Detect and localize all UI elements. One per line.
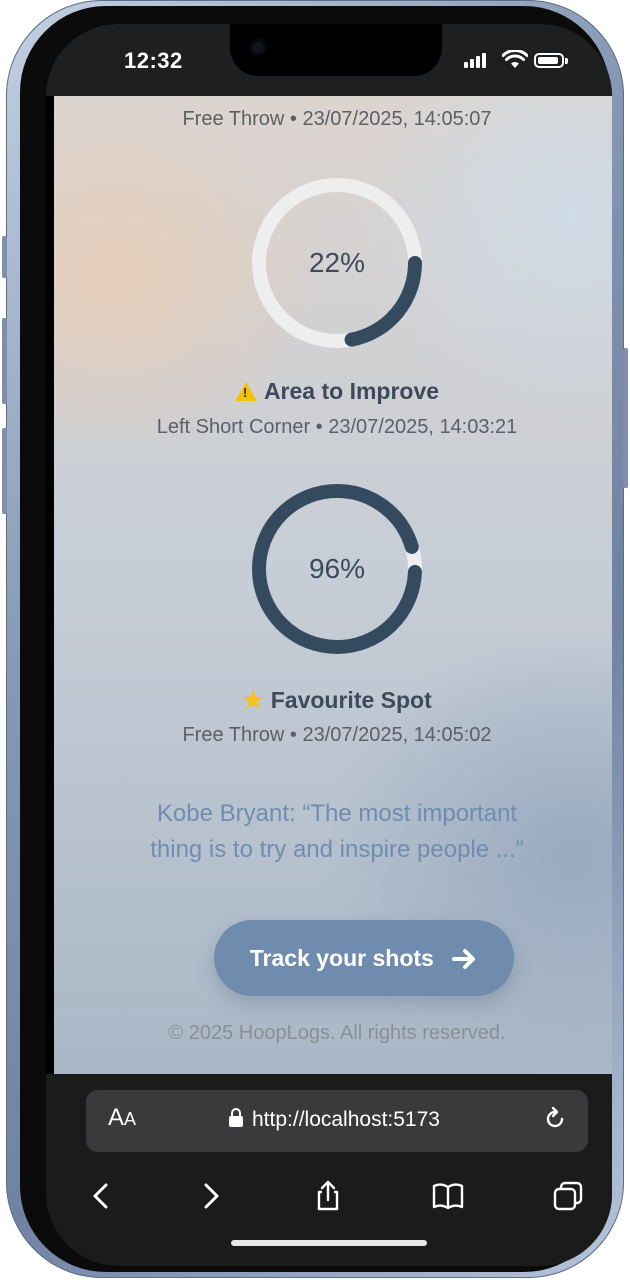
front-camera <box>250 39 266 55</box>
volume-down-button <box>2 428 7 514</box>
battery-icon <box>534 53 568 68</box>
lock-icon <box>229 1108 243 1127</box>
star-icon: ★ <box>242 687 264 714</box>
status-bar: 12:32 <box>46 24 612 96</box>
power-button <box>623 348 628 488</box>
share-icon[interactable] <box>312 1180 344 1212</box>
track-shots-button[interactable]: Track your shots <box>214 920 514 996</box>
entry-title-area-to-improve: Area to Improve <box>54 378 612 405</box>
text-size-button[interactable]: AA <box>108 1104 136 1132</box>
progress-ring-favourite-spot: 96% <box>250 482 424 656</box>
warning-icon <box>234 382 257 401</box>
entry-title-label: Area to Improve <box>263 378 440 404</box>
silent-switch <box>2 236 7 278</box>
url-text: http://localhost:5173 <box>252 1108 440 1131</box>
phone-frame: 12:32 Free Throw • 23/07/2025, 14:05:07 … <box>2 0 628 1278</box>
phone-bezel: 12:32 Free Throw • 23/07/2025, 14:05:07 … <box>20 6 612 1272</box>
bookmarks-icon[interactable] <box>432 1180 464 1212</box>
track-shots-label: Track your shots <box>249 945 434 971</box>
status-time: 12:32 <box>124 48 183 73</box>
entry-title-favourite-spot: ★ Favourite Spot <box>54 686 612 715</box>
phone-screen: 12:32 Free Throw • 23/07/2025, 14:05:07 … <box>46 24 612 1266</box>
safari-toolbar: AA http://localhost:5173 <box>46 1074 612 1266</box>
tabs-icon[interactable] <box>552 1180 584 1212</box>
progress-ring-area-to-improve: 22% <box>250 176 424 350</box>
quote-text: Kobe Bryant: “The most important thing i… <box>54 796 612 868</box>
ring-percent-label: 96% <box>308 553 366 584</box>
home-indicator <box>231 1240 427 1246</box>
quote-line-1: Kobe Bryant: “The most important <box>156 800 518 827</box>
ring-percent-label: 22% <box>308 247 366 278</box>
forward-icon[interactable] <box>194 1180 226 1212</box>
page-content: Free Throw • 23/07/2025, 14:05:07 22% Ar… <box>54 96 612 1074</box>
footer-copyright: © 2025 HoopLogs. All rights reserved. <box>168 1022 506 1044</box>
dynamic-notch <box>230 24 442 76</box>
wifi-icon <box>502 50 528 68</box>
address-bar[interactable]: AA http://localhost:5173 <box>86 1090 588 1152</box>
arrow-right-icon <box>452 949 476 969</box>
entry-meta-top: Free Throw • 23/07/2025, 14:05:07 <box>182 108 492 130</box>
entry-meta-area-to-improve: Left Short Corner • 23/07/2025, 14:03:21 <box>156 416 518 438</box>
reload-icon[interactable] <box>542 1106 568 1132</box>
entry-meta-favourite-spot: Free Throw • 23/07/2025, 14:05:02 <box>182 724 492 746</box>
quote-line-2: thing is to try and inspire people ...” <box>150 836 524 863</box>
volume-up-button <box>2 318 7 404</box>
entry-title-label: Favourite Spot <box>270 687 432 713</box>
back-icon[interactable] <box>86 1180 118 1212</box>
